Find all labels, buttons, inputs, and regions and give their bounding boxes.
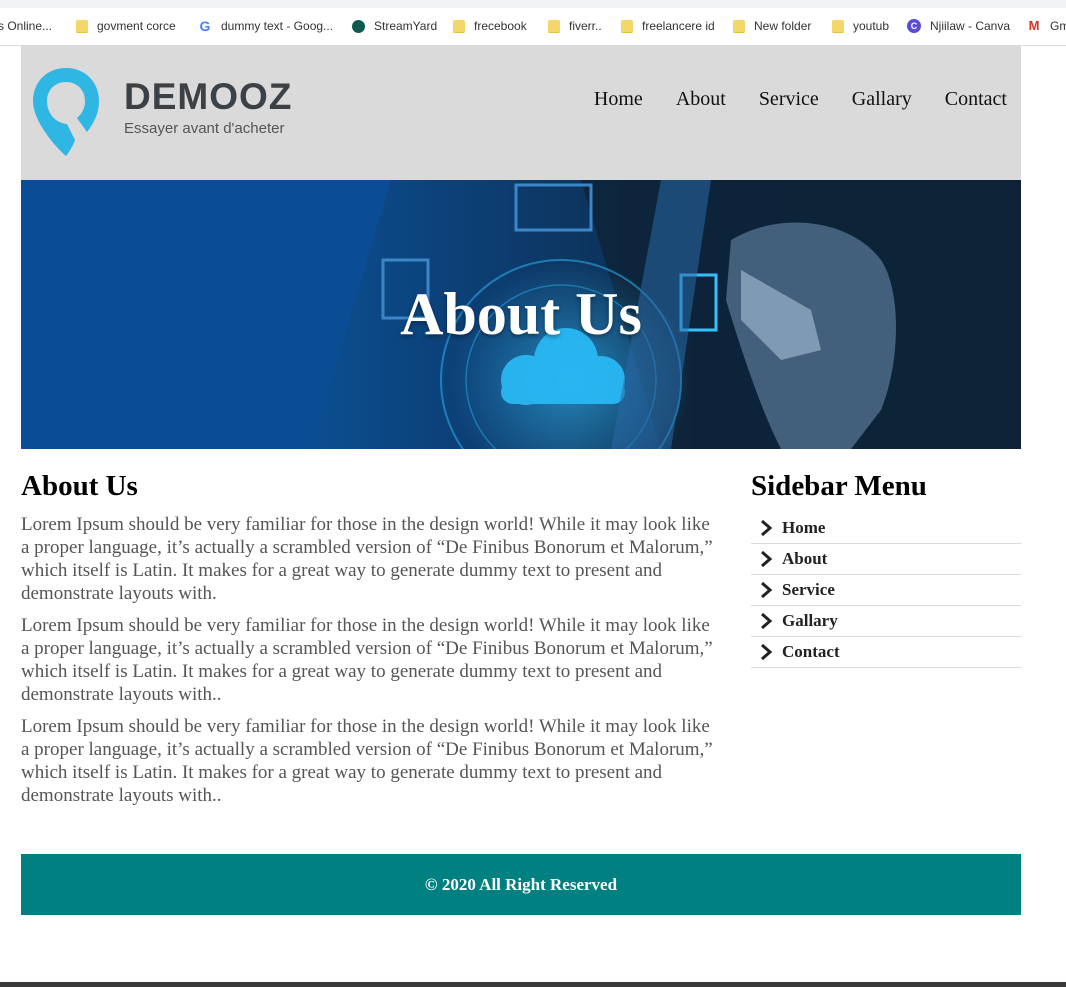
bookmark-item[interactable]: StreamYard [352, 17, 437, 35]
banner-title: About Us [400, 281, 642, 347]
nav-home[interactable]: Home [594, 88, 643, 111]
bookmark-item[interactable]: C Njiilaw - Canva [907, 17, 1010, 35]
sidebar-item-home[interactable]: Home [751, 513, 1021, 544]
paragraph: Lorem Ipsum should be very familiar for … [21, 716, 713, 806]
sidebar-item-about[interactable]: About [751, 544, 1021, 575]
nav-contact[interactable]: Contact [945, 88, 1007, 111]
hero-banner: About Us [21, 180, 1021, 449]
folder-icon [453, 19, 465, 33]
sidebar-item-label: About [782, 549, 828, 568]
folder-icon [621, 19, 633, 33]
taskbar-strip [0, 982, 1066, 987]
bookmark-item[interactable]: youtub [832, 17, 889, 35]
main-content: About Us Lorem Ipsum should be very fami… [21, 470, 716, 816]
brand-name[interactable]: DEMOOZ [124, 76, 292, 118]
sidebar-item-label: Contact [782, 642, 840, 661]
page-heading: About Us [21, 470, 138, 502]
bookmark-item[interactable]: frecebook [453, 17, 527, 35]
sidebar-heading: Sidebar Menu [751, 470, 927, 502]
bookmark-label: s Online... [0, 19, 53, 33]
bookmark-item[interactable]: freelancere id [621, 17, 715, 35]
bookmark-item[interactable]: M Gm [1027, 17, 1066, 35]
sidebar-item-label: Service [782, 580, 835, 599]
sidebar-menu: Home About Service Gallary Contact [751, 513, 1021, 668]
bookmark-item[interactable]: fiverr.. [548, 17, 602, 35]
folder-icon [733, 19, 745, 33]
chevron-right-icon [761, 519, 773, 537]
chevron-right-icon [761, 550, 773, 568]
bookmark-label: New folder [754, 19, 812, 33]
sidebar-item-gallary[interactable]: Gallary [751, 606, 1021, 637]
paragraph: Lorem Ipsum should be very familiar for … [21, 514, 713, 604]
sidebar-item-label: Gallary [782, 611, 838, 630]
bookmark-item[interactable]: s Online... [0, 17, 52, 35]
bookmark-label: frecebook [474, 19, 527, 33]
bookmarks-bar: s Online... govment corce G dummy text -… [0, 0, 1066, 46]
canva-icon: C [907, 19, 921, 33]
site-footer: © 2020 All Right Reserved [21, 854, 1021, 915]
folder-icon [548, 19, 560, 33]
streamyard-icon [352, 19, 365, 33]
google-icon: G [199, 18, 211, 34]
gmail-icon: M [1028, 18, 1040, 33]
bookmark-label: freelancere id [642, 19, 715, 33]
copyright-text: © 2020 All Right Reserved [424, 874, 618, 894]
bookmark-label: fiverr.. [569, 19, 602, 33]
bookmark-label: Njiilaw - Canva [930, 19, 1011, 33]
folder-icon [832, 19, 844, 33]
bookmark-item[interactable]: New folder [733, 17, 811, 35]
site-header: DEMOOZ Essayer avant d'acheter Home Abou… [21, 46, 1021, 180]
paragraph: Lorem Ipsum should be very familiar for … [21, 615, 713, 705]
bookmark-label: youtub [853, 19, 890, 33]
bookmark-label: Gm [1050, 19, 1066, 33]
nav-service[interactable]: Service [759, 88, 819, 111]
bookmark-label: StreamYard [374, 19, 438, 33]
sidebar-item-label: Home [782, 518, 826, 537]
nav-gallary[interactable]: Gallary [852, 88, 912, 111]
main-nav: Home About Service Gallary Contact [594, 88, 1007, 111]
folder-icon [76, 19, 88, 33]
bookmark-label: govment corce [97, 19, 176, 33]
sidebar-item-contact[interactable]: Contact [751, 637, 1021, 668]
chevron-right-icon [761, 612, 773, 630]
sidebar: Sidebar Menu Home About Service Gallary … [751, 470, 1021, 668]
location-pin-logo-icon[interactable] [31, 66, 101, 158]
sidebar-item-service[interactable]: Service [751, 575, 1021, 606]
chevron-right-icon [761, 581, 773, 599]
bookmark-item[interactable]: govment corce [76, 17, 176, 35]
address-bar-strip [0, 0, 1066, 8]
brand-tagline: Essayer avant d'acheter [124, 120, 285, 137]
bookmark-item[interactable]: G dummy text - Goog... [198, 17, 334, 35]
bookmark-label: dummy text - Goog... [221, 19, 334, 33]
chevron-right-icon [761, 643, 773, 661]
nav-about[interactable]: About [676, 88, 726, 111]
